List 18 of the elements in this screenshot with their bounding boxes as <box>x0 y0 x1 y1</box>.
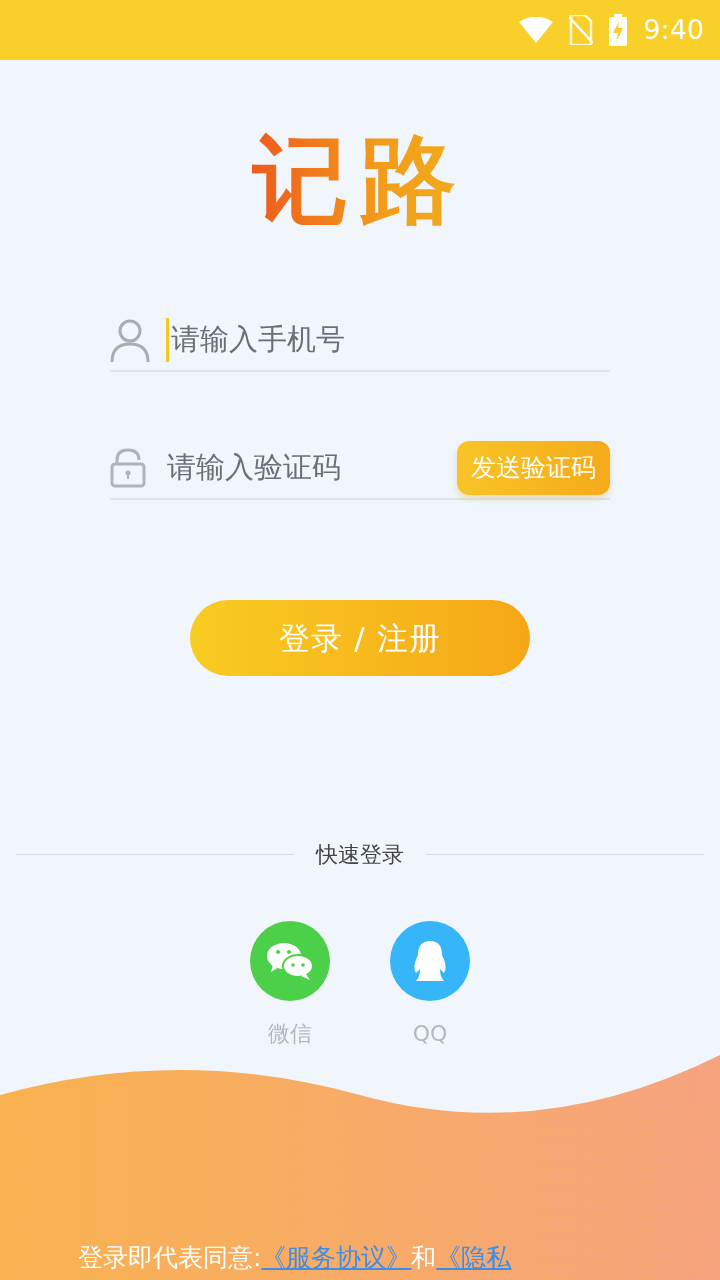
option-label: QQ <box>412 1020 448 1048</box>
phone-input[interactable]: 请输入手机号 <box>166 318 416 362</box>
penguin-icon <box>412 939 448 983</box>
agreement-text: 登录即代表同意:《服务协议》和《隐私 <box>78 1241 512 1274</box>
battery-charging-icon <box>609 14 628 46</box>
option-label: 微信 <box>268 1020 312 1048</box>
code-input[interactable]: 请输入验证码 <box>162 446 412 490</box>
login-button[interactable]: 登录 / 注册 <box>190 600 530 676</box>
no-sim-icon <box>569 15 594 45</box>
send-code-button[interactable]: 发送验证码 <box>457 441 610 495</box>
chat-bubbles-icon <box>265 941 315 981</box>
terms-link[interactable]: 《服务协议》 <box>261 1242 412 1272</box>
user-icon <box>110 318 150 362</box>
privacy-link[interactable]: 《隐私 <box>436 1242 512 1272</box>
lock-icon <box>110 448 146 488</box>
clock-time: 9:40 <box>643 12 704 47</box>
section-label: 快速登录 <box>314 841 405 869</box>
wifi-icon <box>519 17 554 43</box>
